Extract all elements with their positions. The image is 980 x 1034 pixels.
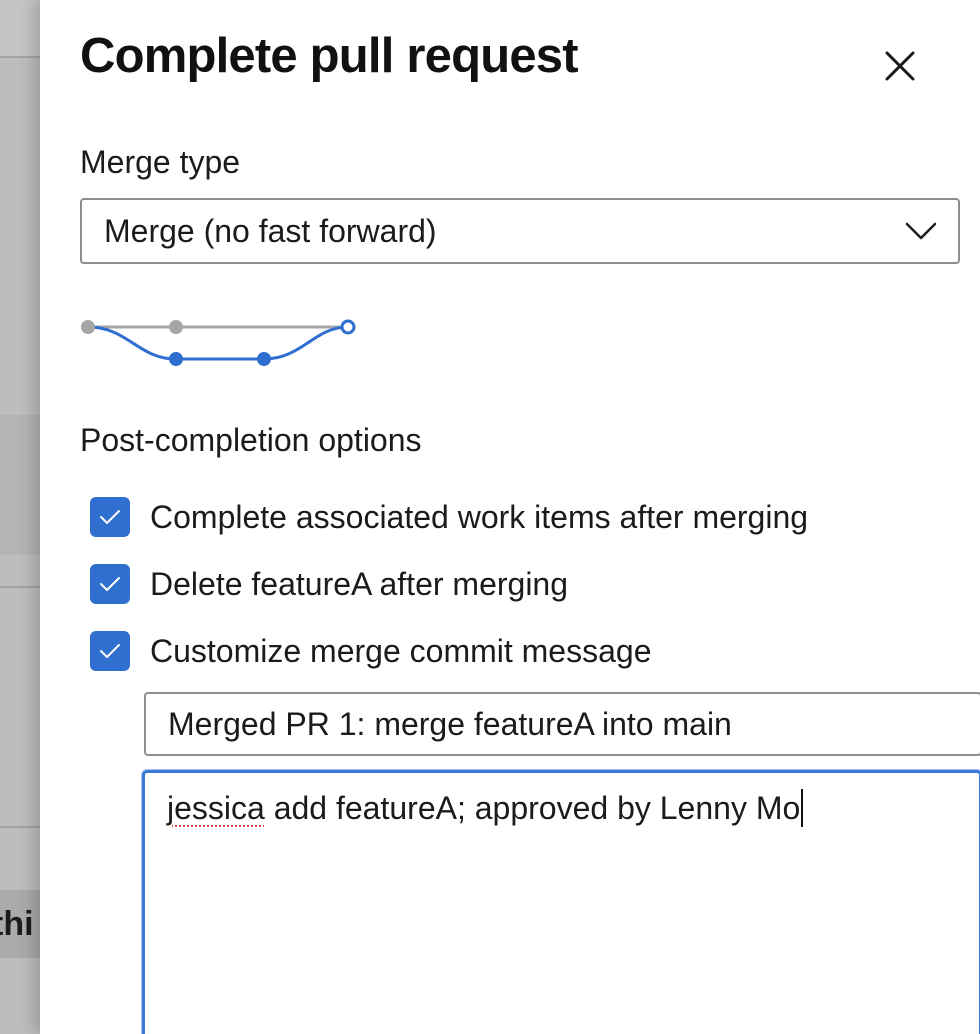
background-page: thi xyxy=(0,0,40,1034)
background-divider xyxy=(0,586,40,588)
complete-pr-panel: Complete pull request Merge type Merge (… xyxy=(40,0,980,1034)
merge-type-selected-value: Merge (no fast forward) xyxy=(104,213,437,249)
option-customize-commit-message[interactable]: Customize merge commit message xyxy=(90,629,651,673)
option-label: Delete featureA after merging xyxy=(150,565,569,602)
background-text-fragment: thi xyxy=(0,890,40,958)
close-icon xyxy=(885,51,915,81)
chevron-down-icon xyxy=(905,222,937,240)
background-band xyxy=(0,0,40,56)
merge-type-label: Merge type xyxy=(80,144,241,180)
panel-title: Complete pull request xyxy=(80,29,579,83)
option-delete-branch[interactable]: Delete featureA after merging xyxy=(90,562,568,606)
commit-body-textarea[interactable]: jessica add featureA; approved by Lenny … xyxy=(142,770,980,1034)
checkmark-icon xyxy=(100,577,120,591)
option-label: Complete associated work items after mer… xyxy=(150,498,809,535)
background-divider xyxy=(0,56,40,58)
checkmark-icon xyxy=(100,510,120,524)
background-band xyxy=(0,415,40,555)
background-divider xyxy=(0,826,40,828)
checkbox-checked[interactable] xyxy=(90,631,130,671)
option-complete-work-items[interactable]: Complete associated work items after mer… xyxy=(90,495,808,539)
close-button[interactable] xyxy=(876,42,924,90)
checkbox-checked[interactable] xyxy=(90,564,130,604)
option-label: Customize merge commit message xyxy=(150,632,652,669)
text-caret xyxy=(801,789,804,827)
commit-body-text: add featureA; approved by Lenny Mo xyxy=(264,790,801,826)
checkmark-icon xyxy=(100,644,120,658)
post-completion-label: Post-completion options xyxy=(80,422,422,458)
checkbox-checked[interactable] xyxy=(90,497,130,537)
merge-type-dropdown[interactable]: Merge (no fast forward) xyxy=(80,198,960,264)
merge-graph-illustration xyxy=(81,319,356,366)
misspelled-word: jessica xyxy=(167,790,265,826)
commit-title-input[interactable]: Merged PR 1: merge featureA into main xyxy=(144,692,980,756)
